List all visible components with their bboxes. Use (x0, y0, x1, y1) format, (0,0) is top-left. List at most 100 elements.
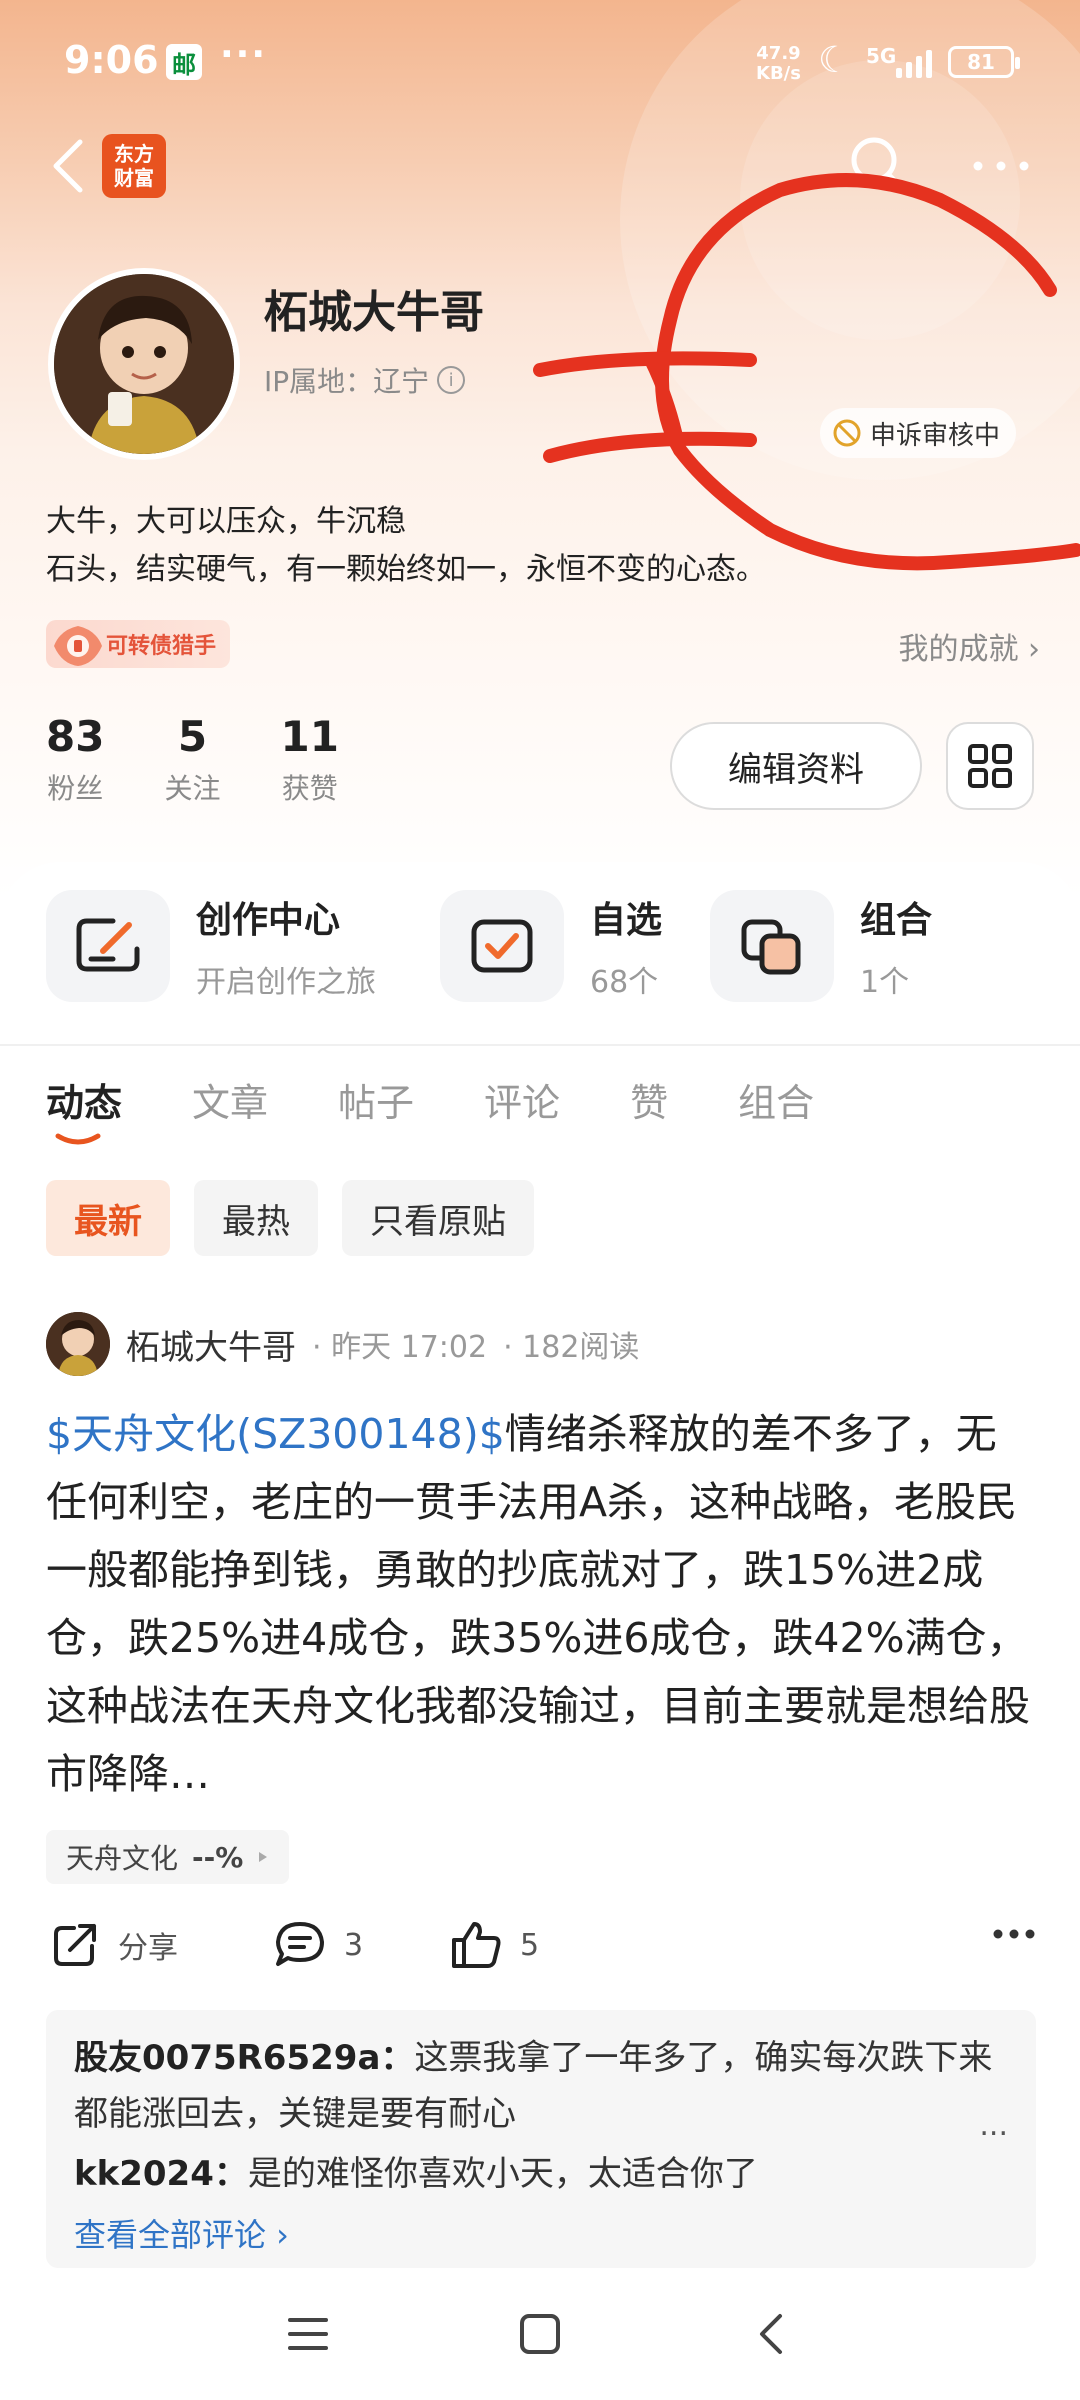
battery-icon: 81 (948, 46, 1020, 78)
comment-user[interactable]: kk2024： (74, 2154, 248, 2194)
stat-followers[interactable]: 83 粉丝 (46, 712, 104, 807)
portfolio-icon (710, 890, 834, 1002)
stock-link[interactable]: $天舟文化(SZ300148)$ (46, 1410, 505, 1458)
post-header: 柘城大牛哥 · 昨天 17:02 · 182阅读 (46, 1312, 639, 1376)
comment-text: 是的难怪你喜欢小天，太适合你了 (247, 2154, 758, 2194)
shortcut-title: 组合 (860, 900, 933, 941)
ip-location-text: IP属地：辽宁 (264, 365, 430, 398)
stat-label: 粉丝 (47, 772, 104, 805)
home-icon[interactable] (514, 2308, 566, 2360)
shortcut-title: 自选 (590, 900, 663, 941)
content-tabs: 动态 文章 帖子 评论 赞 组合 (46, 1072, 884, 1145)
qr-code-icon (968, 744, 1012, 788)
appeal-status-badge[interactable]: 申诉审核中 (820, 408, 1017, 458)
tab-comments[interactable]: 评论 (484, 1072, 560, 1127)
checkbox-icon (440, 890, 564, 1002)
stat-label: 获赞 (281, 772, 338, 805)
notification-overflow-icon: ··· (220, 34, 268, 75)
tab-posts[interactable]: 帖子 (338, 1072, 414, 1127)
share-button[interactable]: 分享 (50, 1920, 178, 1970)
post-author-name[interactable]: 柘城大牛哥 (126, 1320, 296, 1369)
do-not-disturb-icon: ☾ (818, 40, 851, 81)
stat-likes[interactable]: 11 获赞 (280, 712, 338, 807)
comment-item: kk2024：是的难怪你喜欢小天，太适合你了 (74, 2146, 1008, 2202)
profile-bio: 大牛，大可以压众，牛沉稳 石头，结实硬气，有一颗始终如一，永恒不变的心态。 (46, 498, 766, 594)
filter-original-only[interactable]: 只看原贴 (342, 1180, 534, 1256)
tab-activity[interactable]: 动态 (46, 1072, 123, 1145)
bio-line: 石头，结实硬气，有一颗始终如一，永恒不变的心态。 (46, 552, 766, 587)
brand-logo-line2: 财富 (114, 166, 154, 190)
shortcut-subtitle: 68个 (590, 965, 659, 1000)
active-tab-indicator (55, 1133, 101, 1145)
system-navigation-bar (0, 2268, 1080, 2400)
signal-strength-icon (896, 48, 936, 78)
prohibited-icon (833, 419, 861, 447)
brand-logo[interactable]: 东方 财富 (102, 134, 166, 198)
profile-stats: 83 粉丝 5 关注 11 获赞 (46, 712, 339, 807)
network-speed: 47.9 KB/s (756, 44, 801, 84)
bio-line: 大牛，大可以压众，牛沉稳 (46, 504, 406, 539)
back-icon[interactable] (746, 2308, 798, 2360)
menu-icon[interactable] (282, 2308, 334, 2360)
edit-profile-button[interactable]: 编辑资料 (670, 722, 922, 810)
post-time: · 昨天 17:02 (312, 1330, 488, 1365)
pen-icon (46, 890, 170, 1002)
tab-portfolio[interactable]: 组合 (738, 1072, 814, 1127)
portfolio-shortcut[interactable]: 组合 1个 (710, 890, 932, 1002)
like-button[interactable]: 5 (450, 1920, 539, 1970)
post-body[interactable]: $天舟文化(SZ300148)$情绪杀释放的差不多了，无任何利空，老庄的一贯手法… (46, 1400, 1036, 1808)
brand-logo-line1: 东方 (114, 142, 154, 166)
network-speed-unit: KB/s (756, 63, 801, 84)
honor-badge[interactable]: 可转债猎手 (46, 620, 231, 668)
post-more-options-icon[interactable] (992, 1928, 1036, 1940)
my-achievements-link[interactable]: 我的成就 › (898, 624, 1040, 668)
thumbs-up-icon (452, 1922, 501, 1968)
comment-overflow: ... (979, 2108, 1008, 2143)
post-read-count: · 182阅读 (503, 1330, 640, 1365)
post-text: 情绪杀释放的差不多了，无任何利空，老庄的一贯手法用A杀，这种战略，老股民一般都能… (46, 1410, 1030, 1798)
tab-articles[interactable]: 文章 (192, 1072, 268, 1127)
share-label: 分享 (118, 1931, 178, 1966)
share-icon (54, 1924, 96, 1966)
status-bar: 9:06 邮 ··· 47.9 KB/s ☾ 5G 81 (0, 0, 1080, 120)
comment-count: 3 (344, 1927, 364, 1963)
qr-code-button[interactable] (946, 722, 1034, 810)
filter-chips: 最新 最热 只看原贴 (46, 1180, 534, 1256)
stock-tag-name: 天舟文化 (66, 1842, 179, 1875)
tab-label: 动态 (46, 1081, 123, 1125)
comment-preview[interactable]: 股友0075R6529a：这票我拿了一年多了，确实每次跌下来都能涨回去，关键是要… (46, 2010, 1036, 2268)
comment-item: 股友0075R6529a：这票我拿了一年多了，确实每次跌下来都能涨回去，关键是要… (74, 2030, 1008, 2142)
avatar-image (54, 274, 234, 454)
post-actions: 分享 3 5 (46, 1920, 1036, 1980)
medal-icon (54, 626, 102, 666)
profile-username: 柘城大牛哥 (264, 287, 484, 338)
back-arrow-icon[interactable] (44, 136, 94, 196)
status-time: 9:06 (64, 38, 159, 82)
stat-following[interactable]: 5 关注 (164, 712, 220, 807)
view-all-comments-link[interactable]: 查看全部评论 › (74, 2210, 1008, 2256)
stat-label: 关注 (164, 772, 221, 805)
filter-hottest[interactable]: 最热 (194, 1180, 318, 1256)
stat-value: 11 (280, 712, 339, 761)
filter-latest[interactable]: 最新 (46, 1180, 170, 1256)
tab-likes[interactable]: 赞 (630, 1072, 668, 1127)
info-icon[interactable]: i (437, 366, 466, 394)
profile-avatar[interactable] (48, 268, 240, 460)
post-author-avatar[interactable] (46, 1312, 110, 1376)
comment-button[interactable]: 3 (274, 1920, 363, 1970)
comment-icon (276, 1922, 324, 1966)
stat-value: 5 (177, 712, 208, 761)
stock-tag-change: --% (192, 1840, 244, 1874)
notification-app-icon: 邮 (166, 44, 202, 80)
ip-location: IP属地：辽宁 i (264, 360, 466, 400)
avatar-image (46, 1312, 110, 1376)
honor-badge-label: 可转债猎手 (106, 634, 217, 659)
triangle-right-icon (259, 1852, 268, 1862)
watchlist-shortcut[interactable]: 自选 68个 (440, 890, 662, 1002)
creator-center-shortcut[interactable]: 创作中心 开启创作之旅 (46, 890, 376, 1002)
comment-user[interactable]: 股友0075R6529a： (74, 2038, 414, 2078)
shortcut-subtitle: 开启创作之旅 (196, 965, 376, 1000)
stock-tag[interactable]: 天舟文化 --% (46, 1830, 290, 1884)
appeal-status-text: 申诉审核中 (870, 420, 1001, 451)
shortcut-subtitle: 1个 (860, 965, 910, 1000)
